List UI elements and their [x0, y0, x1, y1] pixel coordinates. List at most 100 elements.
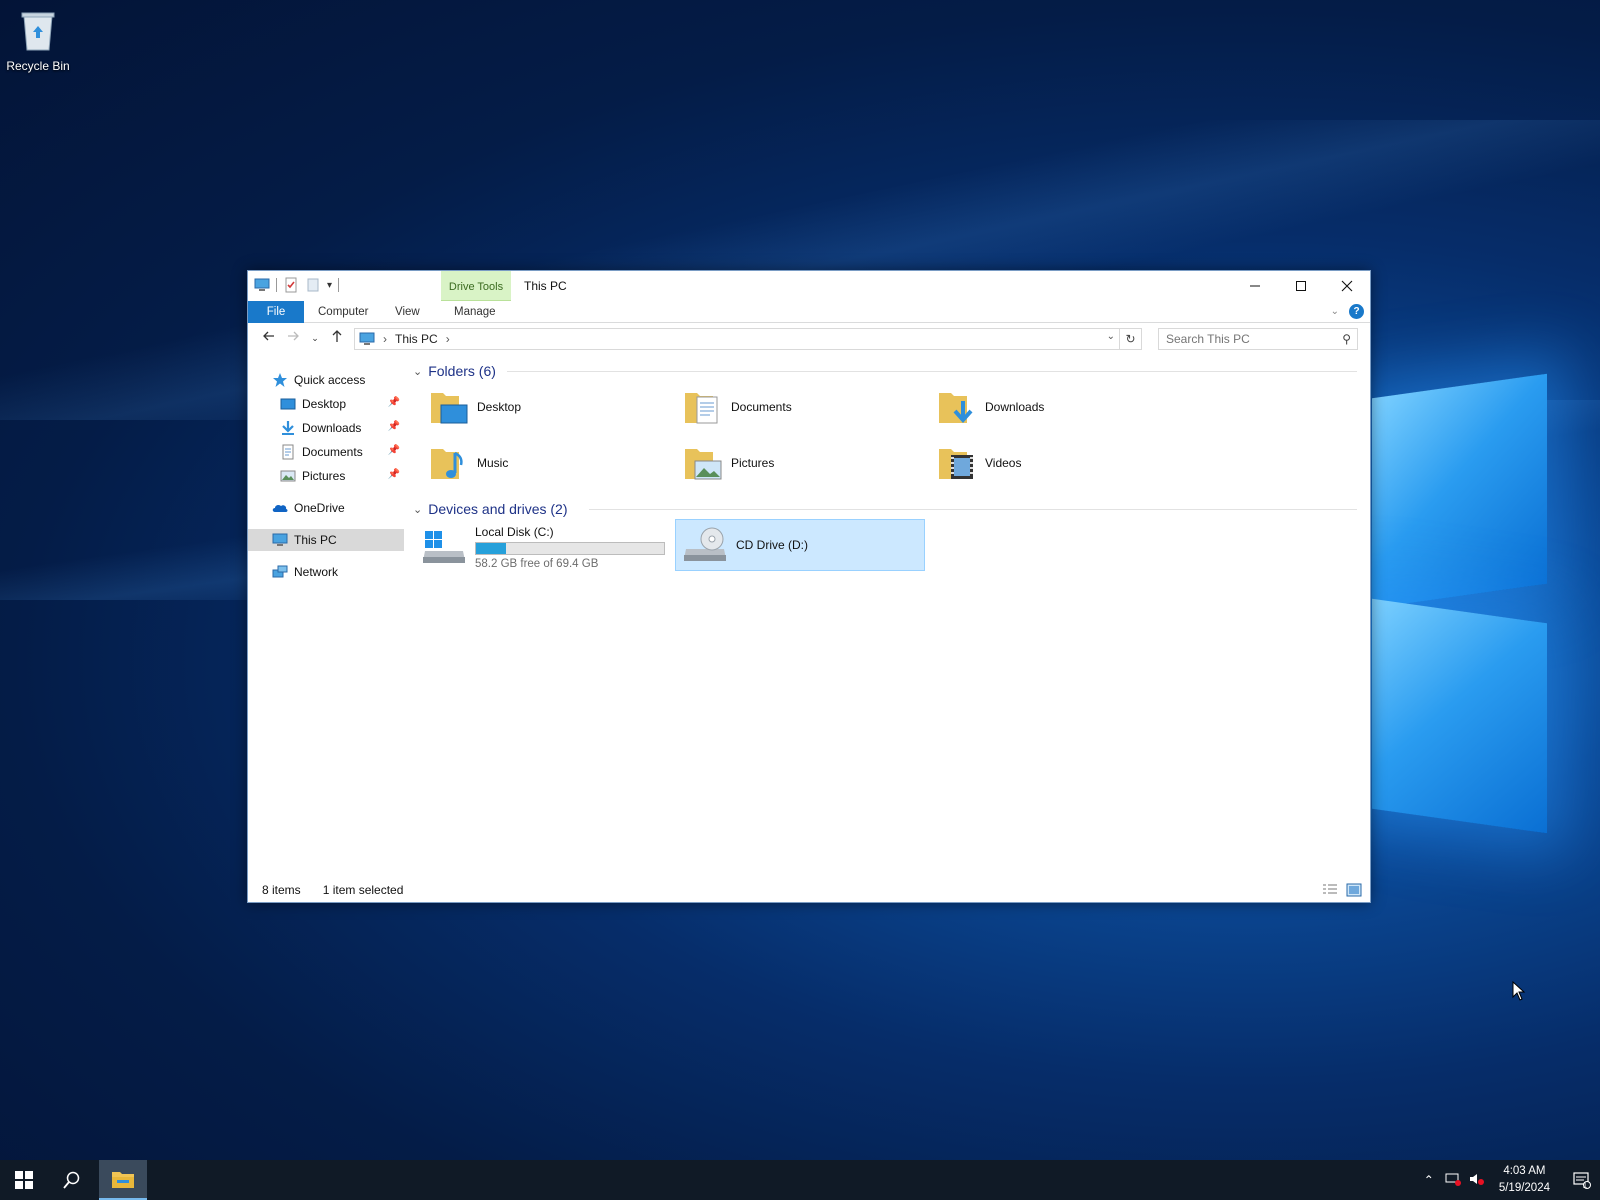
recycle-bin-desktop-icon[interactable]: Recycle Bin — [4, 8, 72, 73]
pin-icon: 📌 — [387, 421, 400, 432]
folder-desktop[interactable]: Desktop — [429, 383, 669, 431]
drive-info: CD Drive (D:) — [736, 538, 808, 552]
nav-item-documents[interactable]: Documents 📌 — [280, 441, 404, 463]
tab-manage[interactable]: Manage — [444, 301, 506, 323]
up-arrow-icon — [332, 330, 342, 342]
quick-access-toolbar: ▾ — [254, 277, 340, 293]
nav-label: Documents — [302, 445, 363, 459]
window-title: This PC — [524, 279, 567, 293]
refresh-button[interactable]: ↻ — [1119, 329, 1141, 349]
drive-name: Local Disk (C:) — [475, 524, 554, 539]
system-tray: ⌃ 4:03 AM 5/19/2024 1 — [1417, 1160, 1600, 1200]
chevron-up-icon[interactable]: ⌃ — [1417, 1173, 1441, 1187]
tab-view[interactable]: View — [385, 301, 430, 323]
music-folder-icon — [431, 449, 463, 479]
folders-group-header[interactable]: ⌄ Folders (6) — [413, 361, 496, 381]
devices-header-label: Devices and drives (2) — [428, 501, 568, 517]
folder-label: Desktop — [477, 400, 522, 414]
help-button[interactable]: ? — [1349, 304, 1364, 319]
file-explorer-taskbar-button[interactable] — [99, 1160, 147, 1200]
nav-item-downloads[interactable]: Downloads 📌 — [280, 417, 404, 439]
mouse-cursor-icon — [1512, 981, 1526, 1001]
nav-label: Desktop — [302, 397, 347, 411]
action-center-button[interactable]: 1 — [1560, 1160, 1600, 1200]
onedrive-cloud-icon — [272, 504, 288, 512]
folder-label: Pictures — [731, 456, 775, 470]
new-folder-icon[interactable] — [305, 277, 321, 293]
minimize-icon — [1250, 285, 1260, 287]
content-pane: ⌄ Folders (6) Desktop Documents Download… — [413, 361, 1370, 878]
forward-arrow-icon — [288, 331, 299, 341]
customize-toolbar-icon[interactable]: ▾ — [327, 280, 332, 291]
nav-item-this-pc[interactable]: This PC — [248, 529, 404, 551]
clock[interactable]: 4:03 AM 5/19/2024 — [1489, 1163, 1560, 1197]
desktop-folder-icon — [431, 393, 468, 424]
devices-group-header[interactable]: ⌄ Devices and drives (2) — [413, 499, 568, 519]
title-bar[interactable]: ▾ Drive Tools This PC — [248, 271, 1370, 301]
tab-computer[interactable]: Computer — [308, 301, 379, 323]
network-icon — [272, 565, 288, 578]
recycle-bin-label: Recycle Bin — [6, 59, 70, 73]
drive-cd-d[interactable]: CD Drive (D:) — [675, 519, 925, 571]
recent-locations-button[interactable]: ⌄ — [306, 329, 324, 347]
maximize-button[interactable] — [1278, 271, 1324, 301]
windows-logo-icon — [15, 1171, 33, 1189]
details-view-icon[interactable] — [1322, 883, 1338, 897]
breadcrumb-separator-icon: › — [383, 332, 387, 346]
ribbon-tabs: File Computer View Manage — [248, 301, 1370, 323]
address-history-dropdown-icon[interactable]: ⌄ — [1107, 331, 1115, 342]
toolbar-divider — [276, 278, 277, 292]
selection-count: 1 item selected — [322, 883, 404, 897]
pictures-icon — [280, 470, 296, 482]
properties-icon[interactable] — [283, 277, 299, 293]
minimize-button[interactable] — [1232, 271, 1278, 301]
notification-count: 1 — [1582, 1180, 1588, 1190]
drive-free-space: 58.2 GB free of 69.4 GB — [475, 557, 599, 570]
drive-usage-fill — [476, 542, 507, 554]
pictures-folder-icon — [685, 449, 722, 480]
large-icons-view-icon[interactable] — [1346, 883, 1362, 897]
search-box[interactable]: ⚲ — [1158, 328, 1358, 350]
nav-label: Pictures — [302, 469, 346, 483]
breadcrumb-separator-icon[interactable]: › — [446, 332, 450, 346]
folder-label: Music — [477, 456, 509, 470]
folder-downloads[interactable]: Downloads — [937, 383, 1177, 431]
forward-button[interactable] — [284, 329, 302, 347]
folder-pictures[interactable]: Pictures — [683, 439, 923, 487]
search-input[interactable] — [1166, 332, 1326, 346]
back-button[interactable] — [260, 329, 278, 347]
nav-label: Downloads — [302, 421, 362, 435]
nav-label: Network — [294, 565, 339, 579]
drive-name: CD Drive (D:) — [736, 538, 808, 552]
network-disconnected-icon[interactable] — [1441, 1172, 1465, 1189]
folder-documents[interactable]: Documents — [683, 383, 923, 431]
address-bar[interactable]: › This PC › ⌄ ↻ — [354, 328, 1142, 350]
nav-label: OneDrive — [294, 501, 345, 515]
folder-music[interactable]: Music — [429, 439, 669, 487]
breadcrumb-this-pc[interactable]: This PC — [395, 332, 438, 346]
nav-label: Quick access — [294, 373, 366, 387]
folder-videos[interactable]: Videos — [937, 439, 1177, 487]
nav-item-network[interactable]: Network — [272, 561, 338, 583]
tab-file[interactable]: File — [248, 301, 304, 323]
nav-item-quick-access[interactable]: Quick access — [272, 369, 365, 391]
close-button[interactable] — [1324, 271, 1370, 301]
windows-drive-icon — [423, 531, 465, 563]
search-button[interactable] — [48, 1160, 96, 1200]
navigation-bar: ⌄ › This PC › ⌄ ↻ ⚲ — [248, 323, 1370, 355]
nav-item-onedrive[interactable]: OneDrive — [272, 497, 345, 519]
clock-time: 4:03 AM — [1503, 1165, 1546, 1177]
volume-muted-icon[interactable] — [1465, 1172, 1489, 1189]
up-button[interactable] — [328, 329, 346, 347]
maximize-icon — [1296, 281, 1306, 291]
start-button[interactable] — [0, 1160, 48, 1200]
folders-header-label: Folders (6) — [428, 363, 496, 379]
expand-ribbon-icon[interactable]: ⌄ — [1331, 306, 1339, 317]
nav-item-desktop[interactable]: Desktop 📌 — [280, 393, 404, 415]
toolbar-divider — [338, 278, 340, 292]
nav-item-pictures[interactable]: Pictures 📌 — [280, 465, 404, 487]
this-pc-icon[interactable] — [254, 277, 270, 293]
cd-drive-icon — [684, 527, 726, 561]
drive-local-disk-c[interactable]: Local Disk (C:) 58.2 GB free of 69.4 GB — [421, 521, 671, 573]
ribbon-right-controls: ⌄ ? — [1331, 304, 1364, 319]
